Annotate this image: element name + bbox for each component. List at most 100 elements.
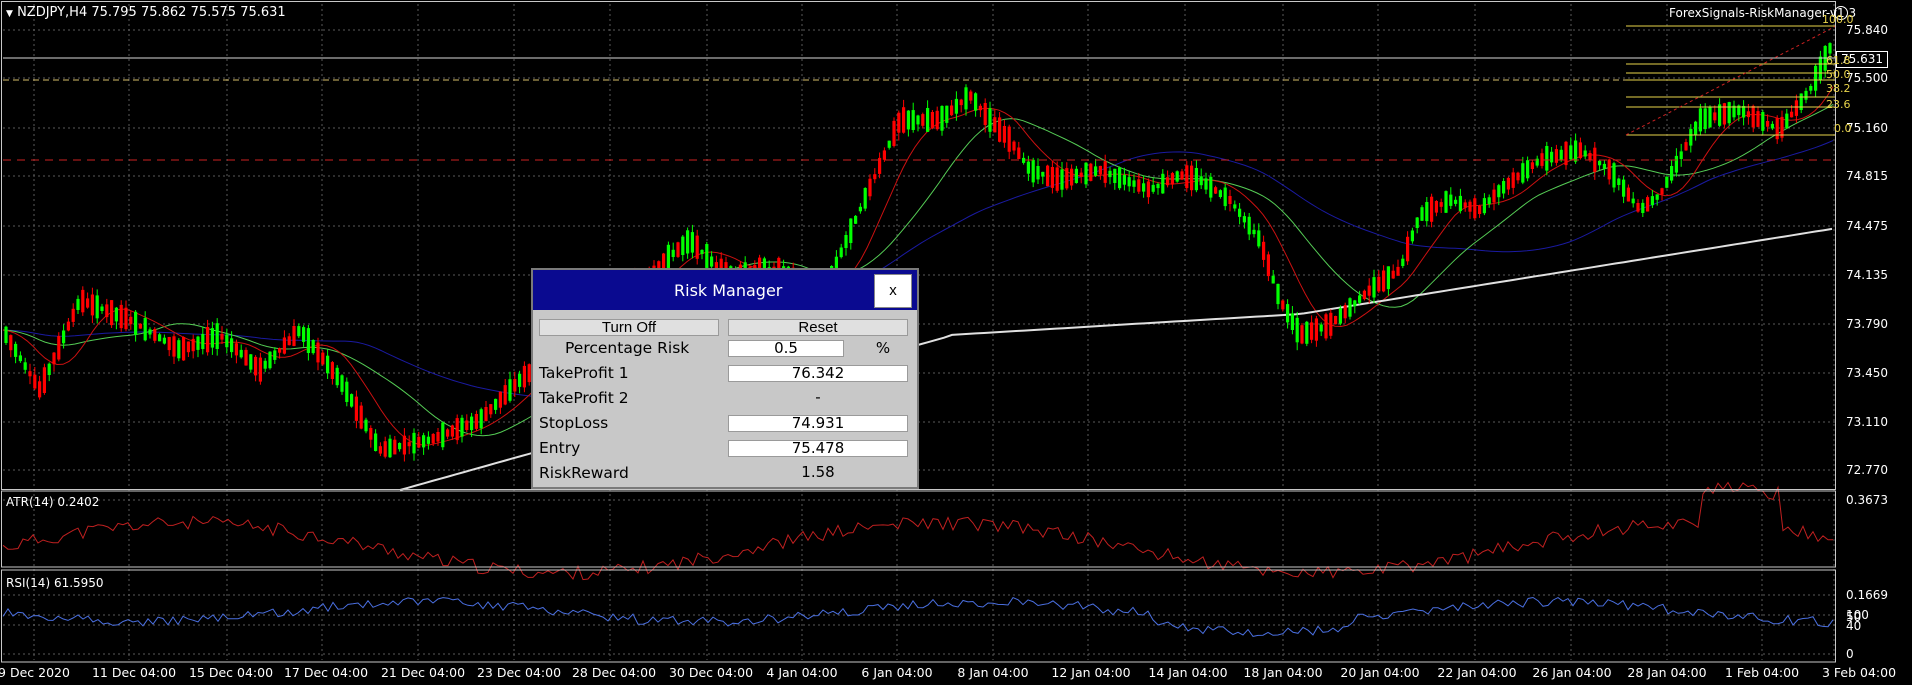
price-tick: 75.500 — [1846, 71, 1888, 85]
close-button[interactable]: x — [874, 274, 912, 308]
candle-body — [1766, 121, 1770, 127]
candle-body — [412, 432, 416, 454]
entry-field[interactable]: 75.478 — [728, 440, 908, 457]
candle-body — [191, 338, 195, 352]
candle-body — [1247, 216, 1251, 235]
candle-body — [974, 93, 978, 111]
candle-body — [182, 337, 186, 361]
candle-body — [1276, 283, 1280, 305]
candle-body — [42, 367, 46, 393]
candle-body — [940, 106, 944, 131]
candle-body — [14, 343, 18, 357]
candle-body — [354, 396, 358, 421]
candle-body — [359, 405, 363, 429]
collapse-triangle-icon[interactable]: ▼ — [6, 9, 13, 19]
time-tick: 28 Jan 04:00 — [1627, 665, 1707, 680]
takeprofit1-label: TakeProfit 1 — [539, 364, 629, 382]
candle-body — [1170, 173, 1174, 185]
time-tick: 23 Dec 04:00 — [476, 665, 562, 680]
rsi-line — [2, 596, 1834, 637]
percentage-risk-input[interactable]: 0.5 — [728, 340, 844, 357]
candle-body — [460, 417, 464, 437]
candle-body — [1017, 147, 1021, 159]
candle-body — [71, 308, 75, 322]
candle-body — [143, 318, 147, 341]
candle-body — [297, 326, 301, 337]
candle-body — [1310, 322, 1314, 340]
takeprofit2-value: - — [815, 388, 821, 406]
price-chart[interactable] — [0, 0, 1912, 685]
candle-body — [1425, 202, 1429, 222]
candle-body — [983, 103, 987, 125]
fib-level: 100.0 — [1822, 13, 1854, 26]
candle-body — [215, 323, 219, 349]
candle-body — [153, 329, 157, 341]
candle-body — [1449, 194, 1453, 206]
candle-body — [681, 236, 685, 255]
candle-body — [1636, 203, 1640, 212]
candle-body — [186, 341, 190, 353]
candle-body — [1334, 316, 1338, 325]
candle-body — [671, 249, 675, 257]
candle-body — [340, 375, 344, 392]
candle-body — [1410, 230, 1414, 242]
candle-body — [1497, 185, 1501, 198]
candle-body — [105, 304, 109, 318]
candle-body — [1559, 149, 1563, 160]
candle-body — [1382, 270, 1386, 292]
candle-body — [969, 91, 973, 101]
candle-body — [1036, 166, 1040, 180]
candle-body — [873, 174, 877, 180]
riskreward-value: 1.58 — [801, 463, 835, 481]
candle-body — [1794, 100, 1798, 116]
candle-body — [700, 249, 704, 254]
candle-body — [1396, 266, 1400, 276]
risk-manager-titlebar[interactable]: Risk Manager x — [533, 270, 917, 310]
candle-body — [1574, 140, 1578, 162]
candle-body — [690, 232, 694, 253]
rsi-level: 40 — [1846, 619, 1862, 633]
time-tick: 12 Jan 04:00 — [1051, 665, 1131, 680]
candle-body — [1506, 177, 1510, 190]
candle-body — [1290, 313, 1294, 330]
candle-body — [484, 407, 488, 421]
candle-body — [988, 108, 992, 132]
symbol-info: ▼ NZDJPY,H4 75.795 75.862 75.575 75.631 — [6, 5, 286, 20]
candle-body — [1180, 171, 1184, 180]
atr-line — [2, 481, 1834, 581]
candle-body — [1314, 318, 1318, 341]
candle-body — [844, 235, 848, 248]
candle-body — [1439, 202, 1443, 207]
candle-body — [86, 298, 90, 308]
candle-body — [1089, 163, 1093, 181]
candle-body — [1391, 270, 1395, 279]
turn-off-button[interactable]: Turn Off — [539, 319, 719, 336]
candle-body — [513, 379, 517, 392]
candle-body — [76, 298, 80, 310]
candle-body — [1362, 290, 1366, 300]
takeprofit1-field[interactable]: 76.342 — [728, 365, 908, 382]
candle-body — [306, 328, 310, 353]
candle-body — [263, 360, 267, 369]
candle-body — [1818, 56, 1822, 80]
riskreward-label: RiskReward — [539, 464, 629, 482]
candle-body — [1598, 160, 1602, 166]
candle-body — [1338, 308, 1342, 324]
fib-level: 61.8 — [1826, 54, 1851, 67]
candle-body — [1550, 151, 1554, 163]
candle-body — [162, 337, 166, 344]
reset-button[interactable]: Reset — [728, 319, 908, 336]
candle-body — [158, 334, 162, 342]
candle-body — [446, 429, 450, 437]
time-tick: 3 Feb 04:00 — [1821, 665, 1897, 680]
candle-body — [921, 114, 925, 126]
candle-body — [1324, 314, 1328, 339]
candle-body — [916, 115, 920, 125]
candle-body — [1468, 201, 1472, 212]
candle-body — [230, 338, 234, 353]
candle-body — [1084, 162, 1088, 185]
percentage-risk-label: Percentage Risk — [565, 339, 690, 357]
stoploss-field[interactable]: 74.931 — [728, 415, 908, 432]
candle-body — [426, 436, 430, 444]
candle-body — [62, 330, 66, 344]
